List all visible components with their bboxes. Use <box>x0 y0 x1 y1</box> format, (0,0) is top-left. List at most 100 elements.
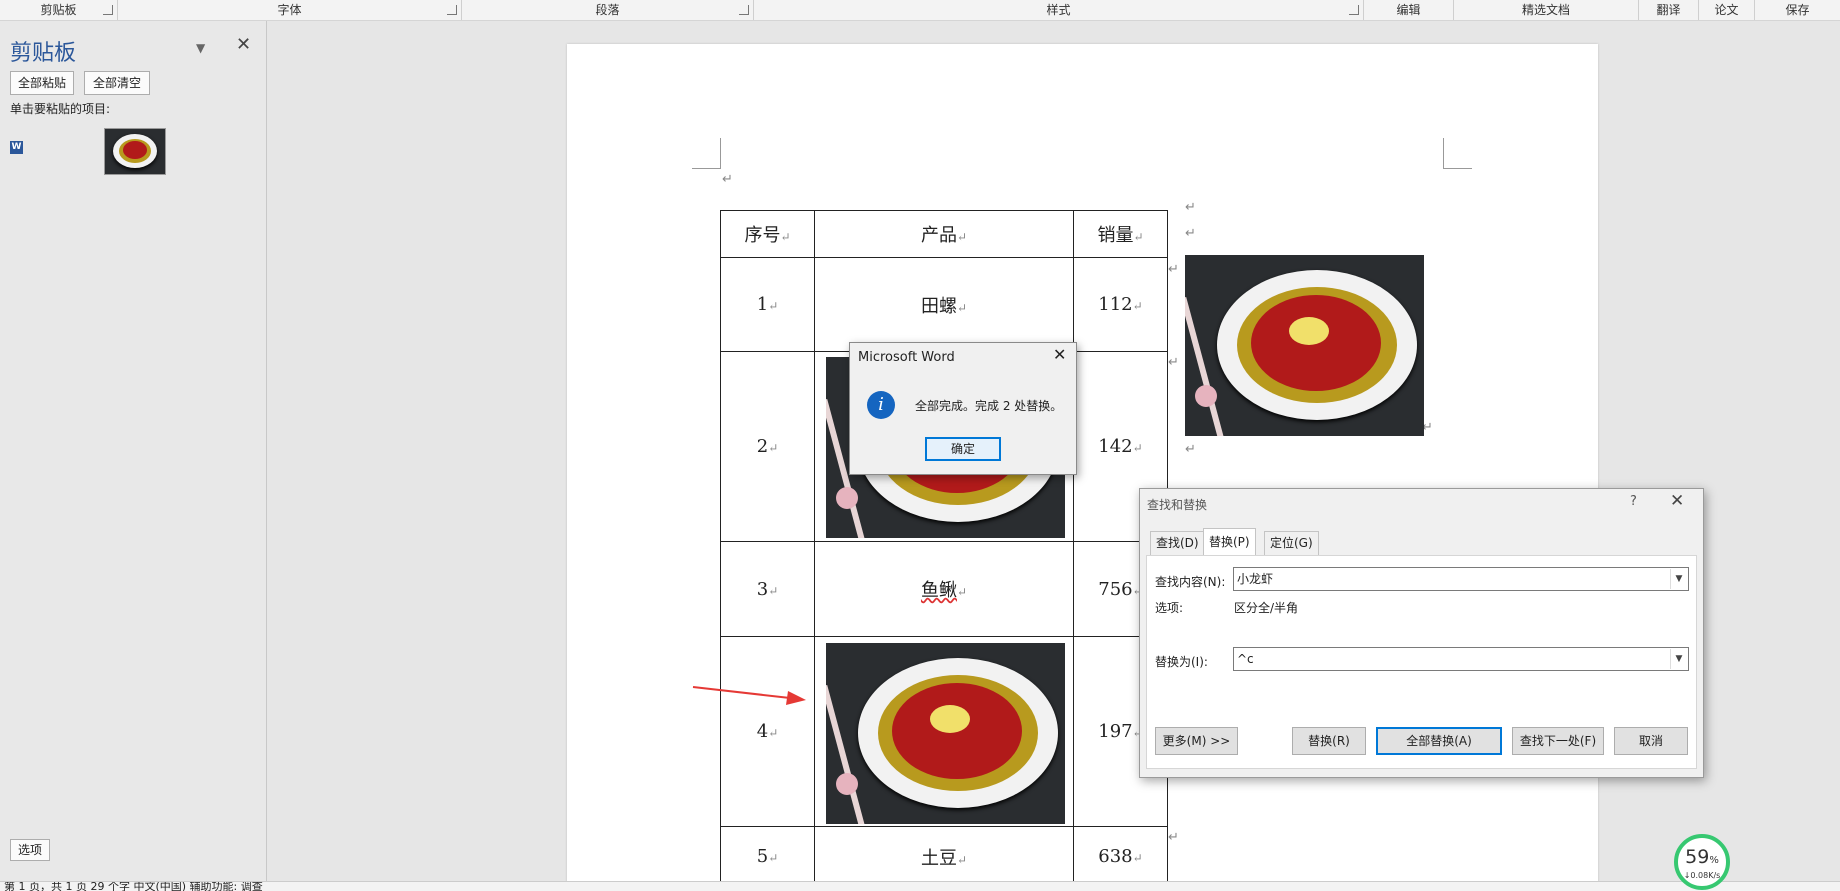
ribbon-group-editing[interactable]: 编辑 <box>1364 0 1454 20</box>
close-icon[interactable]: ✕ <box>236 34 251 55</box>
paste-all-button[interactable]: 全部粘贴 <box>10 71 74 95</box>
paragraph-mark: ↵ <box>1185 226 1196 241</box>
chevron-down-icon[interactable]: ▼ <box>1670 569 1687 589</box>
ribbon-group-save[interactable]: 保存 <box>1755 0 1840 20</box>
info-icon: i <box>867 391 895 419</box>
paragraph-mark: ↵ <box>1185 442 1196 457</box>
close-icon[interactable]: ✕ <box>1053 345 1066 364</box>
find-input[interactable]: 小龙虾 ▼ <box>1233 567 1689 591</box>
crop-mark <box>692 138 721 169</box>
replace-input[interactable]: ^c ▼ <box>1233 647 1689 671</box>
replace-button[interactable]: 替换(R) <box>1292 727 1366 755</box>
header-cell[interactable]: 销量↵ <box>1073 210 1168 258</box>
find-next-button[interactable]: 查找下一处(F) <box>1512 727 1604 755</box>
cell-sales[interactable]: 112↵ <box>1073 257 1168 352</box>
dialog-launcher-icon[interactable] <box>739 5 749 15</box>
cell-mark: ↵ <box>768 583 779 598</box>
ribbon-group-clipboard[interactable]: 剪贴板 <box>0 0 118 20</box>
find-value: 小龙虾 <box>1237 572 1274 586</box>
clipboard-item[interactable]: W <box>10 125 166 175</box>
dialog-launcher-icon[interactable] <box>103 5 113 15</box>
cell-no[interactable]: 5↵ <box>720 826 815 887</box>
dialog-launcher-icon[interactable] <box>447 5 457 15</box>
ribbon-group-paper[interactable]: 论文 <box>1699 0 1755 20</box>
cell-mark: ↵ <box>956 585 968 599</box>
cell-text: 3 <box>756 578 769 600</box>
ribbon-group-label: 精选文档 <box>1521 3 1570 17</box>
tab-goto[interactable]: 定位(G) <box>1264 531 1319 555</box>
cell-text: 1 <box>756 294 769 315</box>
ribbon-group-font[interactable]: 字体 <box>118 0 462 20</box>
dialog-title: 查找和替换 <box>1147 498 1208 512</box>
options-button[interactable]: 选项 <box>10 839 50 861</box>
network-speed: ↓0.08K/s <box>1683 871 1721 880</box>
ribbon-group-label: 翻译 <box>1656 3 1681 17</box>
chevron-down-icon[interactable]: ▼ <box>1670 649 1687 669</box>
cell-text: 鱼鳅 <box>920 580 957 601</box>
cell-text: 756 <box>1098 578 1133 600</box>
ribbon-group-featured-docs[interactable]: 精选文档 <box>1454 0 1639 20</box>
replace-all-button[interactable]: 全部替换(A) <box>1376 727 1502 755</box>
clipboard-thumbnail <box>104 128 166 175</box>
cell-sales[interactable]: 638↵ <box>1073 826 1168 887</box>
crop-mark <box>1443 138 1472 169</box>
cell-text: 2 <box>756 436 769 457</box>
close-icon[interactable]: ✕ <box>1670 491 1684 511</box>
dialog-title: Microsoft Word <box>858 350 955 365</box>
ribbon-group-bar: 剪贴板 字体 段落 样式 编辑 精选文档 翻译 论文 保存 <box>0 0 1840 21</box>
clear-all-button[interactable]: 全部清空 <box>84 71 150 95</box>
more-button[interactable]: 更多(M) >> <box>1155 727 1238 755</box>
header-cell[interactable]: 产品↵ <box>814 210 1074 258</box>
header-text: 产品 <box>920 225 957 246</box>
row-end-mark: ↵ <box>1168 355 1179 370</box>
ribbon-group-label: 剪贴板 <box>40 3 77 17</box>
network-speed-widget[interactable]: 59% ↓0.08K/s <box>1674 834 1730 890</box>
pane-hint: 单击要粘贴的项目: <box>10 102 111 116</box>
options-value: 区分全/半角 <box>1234 601 1299 615</box>
cell-no[interactable]: 1↵ <box>720 257 815 352</box>
cancel-button[interactable]: 取消 <box>1614 727 1688 755</box>
crayfish-image[interactable] <box>1185 255 1424 436</box>
ribbon-group-translate[interactable]: 翻译 <box>1639 0 1699 20</box>
cell-product[interactable]: 鱼鳅↵ <box>814 541 1074 637</box>
dialog-launcher-icon[interactable] <box>1349 5 1359 15</box>
pane-options-dropdown-icon[interactable]: ▼ <box>196 41 205 55</box>
find-replace-dialog: 查找和替换 ? ✕ 查找(D) 替换(P) 定位(G) 查找内容(N): 小龙虾… <box>1139 488 1704 778</box>
cell-mark: ↵ <box>956 300 968 315</box>
cell-mark: ↵ <box>780 230 791 244</box>
options-label: 选项: <box>1155 601 1184 615</box>
cell-no[interactable]: 4↵ <box>720 636 815 827</box>
tab-find[interactable]: 查找(D) <box>1150 531 1205 555</box>
tab-replace[interactable]: 替换(P) <box>1203 528 1256 556</box>
cell-mark: ↵ <box>768 851 779 865</box>
message-text: 全部完成。完成 2 处替换。 <box>915 399 1063 413</box>
percent-value: 59 <box>1685 846 1710 868</box>
cell-product[interactable]: 土豆↵ <box>814 826 1074 887</box>
cell-mark: ↵ <box>768 299 779 313</box>
cell-product[interactable]: 田螺↵ <box>814 257 1074 352</box>
percent-unit: % <box>1709 855 1719 866</box>
cell-no[interactable]: 2↵ <box>720 351 815 542</box>
table-row: 5↵ 土豆↵ 638↵ <box>720 826 1168 887</box>
annotation-arrow <box>692 686 806 705</box>
help-icon[interactable]: ? <box>1630 494 1637 509</box>
ribbon-group-styles[interactable]: 样式 <box>754 0 1364 20</box>
ok-button[interactable]: 确定 <box>925 437 1001 461</box>
header-cell[interactable]: 序号↵ <box>720 210 815 258</box>
crayfish-image[interactable] <box>826 643 1065 824</box>
cell-text: 土豆 <box>920 847 957 869</box>
network-percent: 59% <box>1678 846 1726 868</box>
ribbon-group-paragraph[interactable]: 段落 <box>462 0 754 20</box>
cell-no[interactable]: 3↵ <box>720 541 815 637</box>
header-text: 序号 <box>744 225 781 246</box>
cell-text: 5 <box>756 846 769 867</box>
cell-text: 638 <box>1098 846 1133 867</box>
replace-value: ^c <box>1237 652 1254 666</box>
cell-text: 田螺 <box>920 295 957 317</box>
ribbon-group-label: 编辑 <box>1396 3 1421 17</box>
cell-text: 112 <box>1098 294 1133 315</box>
cell-text: 142 <box>1098 436 1133 457</box>
row-end-mark: ↵ <box>1185 200 1196 215</box>
cell-mark: ↵ <box>956 230 968 244</box>
cell-mark: ↵ <box>1132 851 1143 865</box>
